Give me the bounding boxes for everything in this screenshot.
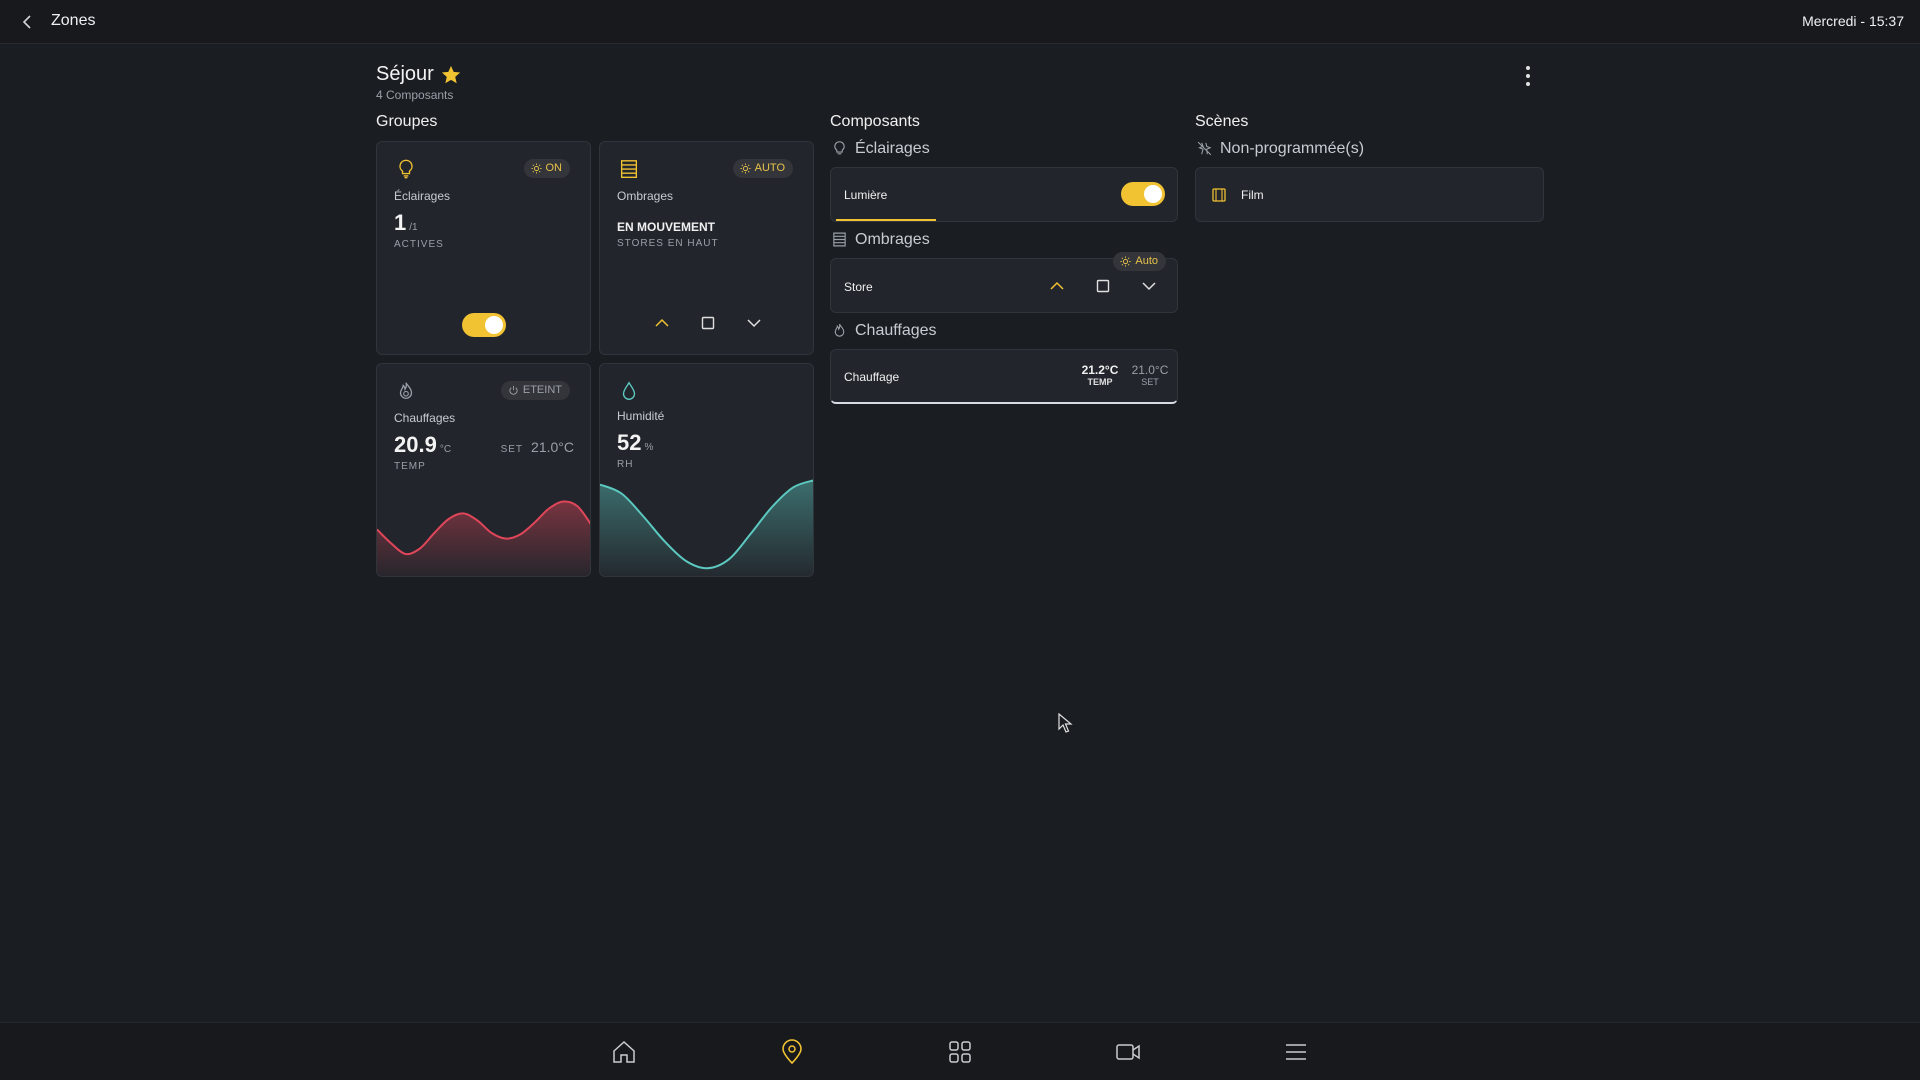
card-label: Chauffages: [394, 411, 456, 425]
lightbulb-icon: [834, 141, 845, 155]
trend-area: [600, 480, 813, 576]
datetime: Mercredi - 15:37: [1802, 13, 1904, 29]
lighting-group-card[interactable]: ON Éclairages 1/1 ACTIVES: [376, 141, 591, 355]
top-bar: Zones Mercredi - 15:37: [0, 0, 1920, 44]
badge-label: Auto: [1135, 255, 1158, 267]
count-value: 1: [394, 210, 407, 235]
room-title: Séjour: [376, 63, 434, 85]
component-name: Lumière: [844, 188, 888, 202]
store-up-icon[interactable]: [1045, 274, 1069, 298]
humidity-unit: %: [644, 442, 654, 453]
mouse-cursor-icon: [1058, 713, 1073, 733]
blinds-icon: [620, 160, 638, 178]
film-icon: [1212, 188, 1226, 202]
film-scene-row[interactable]: Film: [1195, 167, 1544, 222]
card-label: Éclairages: [394, 189, 451, 203]
card-label: Ombrages: [617, 189, 674, 203]
active-count: 1/1: [394, 210, 418, 236]
flame-icon: [399, 382, 413, 399]
lightbulb-icon: [399, 159, 413, 179]
camera-icon[interactable]: [1114, 1038, 1142, 1066]
shading-group-card[interactable]: AUTO Ombrages EN MOUVEMENT STORES EN HAU…: [599, 141, 814, 355]
humidity-readout: 52%: [617, 430, 653, 456]
component-name: Store: [844, 280, 873, 294]
sun-icon: [740, 163, 751, 174]
status-badge: ETEINT: [500, 381, 570, 400]
scene-name: Film: [1241, 188, 1264, 202]
favorite-star-icon[interactable]: [440, 64, 462, 86]
temperature-readout: 20.9 °C: [394, 432, 451, 458]
power-icon: [509, 385, 518, 395]
back-chevron-icon[interactable]: [16, 10, 40, 34]
store-component-row[interactable]: Store Auto: [830, 252, 1178, 313]
temperature-trend-chart: [377, 500, 590, 576]
store-down-icon[interactable]: [1137, 274, 1161, 298]
location-pin-icon[interactable]: [778, 1038, 806, 1066]
flame-icon: [834, 323, 845, 337]
shade-down-icon[interactable]: [742, 311, 766, 335]
trend-area: [377, 501, 590, 576]
light-toggle[interactable]: [1121, 182, 1165, 206]
page-title: Zones: [51, 12, 96, 29]
temperature-value: 21.2°C: [1081, 363, 1119, 377]
toggle-knob: [1144, 185, 1162, 203]
components-heading: Composants: [830, 113, 920, 130]
card-caption: STORES EN HAUT: [617, 238, 719, 249]
lighting-components-heading: Éclairages: [855, 140, 930, 157]
badge-label: AUTO: [754, 162, 785, 174]
setpoint: SET 21.0°C: [501, 439, 574, 455]
setpoint-temperature: 21.0°C SET: [1127, 363, 1173, 387]
current-temperature: 21.2°C TEMP: [1077, 363, 1123, 387]
temperature-caption: TEMP: [394, 461, 426, 472]
droplet-icon: [622, 381, 636, 400]
groups-heading: Groupes: [376, 113, 438, 130]
store-stop-icon[interactable]: [1091, 274, 1115, 298]
card-label: Humidité: [617, 409, 665, 423]
active-indicator: [836, 219, 936, 221]
setpoint-value: 21.0°C: [1131, 363, 1169, 377]
card-caption: ACTIVES: [394, 239, 444, 250]
setpoint-value: 21.0°C: [531, 439, 574, 455]
bottom-navigation: [0, 1022, 1920, 1080]
toggle-knob: [485, 316, 503, 334]
badge-label: ON: [545, 162, 563, 174]
heating-group-card[interactable]: ETEINT Chauffages 20.9 °C TEMP SET 21.0°C: [376, 363, 591, 577]
shading-status: EN MOUVEMENT: [617, 220, 716, 234]
heating-component-row[interactable]: Chauffage 21.2°C TEMP 21.0°C SET: [830, 349, 1178, 404]
lighting-group-toggle[interactable]: [462, 313, 506, 337]
sun-icon: [1120, 256, 1131, 267]
light-component-row[interactable]: Lumière: [830, 167, 1178, 222]
more-options-icon[interactable]: [1518, 62, 1538, 90]
badge-label: ETEINT: [522, 384, 562, 396]
shade-stop-icon[interactable]: [696, 311, 720, 335]
humidity-caption: RH: [617, 459, 634, 470]
scenes-heading: Scènes: [1195, 113, 1249, 130]
component-name: Chauffage: [844, 370, 900, 384]
sun-icon: [530, 163, 542, 174]
scenes-subheading: Non-programmée(s): [1220, 140, 1365, 157]
shade-up-icon[interactable]: [650, 311, 674, 335]
scene-off-icon: [1197, 141, 1212, 156]
shading-components-heading: Ombrages: [855, 231, 930, 248]
count-total: /1: [409, 222, 418, 233]
room-subtitle: 4 Composants: [376, 88, 454, 102]
auto-badge: Auto: [1113, 252, 1166, 271]
temperature-value: 20.9: [394, 432, 437, 457]
menu-icon[interactable]: [1282, 1038, 1310, 1066]
temperature-caption: TEMP: [1087, 377, 1113, 387]
humidity-group-card[interactable]: Humidité 52% RH: [599, 363, 814, 577]
status-badge: ON: [523, 159, 570, 178]
blinds-icon: [833, 232, 846, 247]
setpoint-label: SET: [500, 444, 524, 455]
heating-components-heading: Chauffages: [855, 322, 937, 339]
grid-icon[interactable]: [946, 1038, 974, 1066]
humidity-value: 52: [617, 430, 642, 455]
temperature-unit: °C: [439, 444, 452, 455]
status-badge: AUTO: [732, 159, 793, 178]
humidity-trend-chart: [600, 479, 813, 576]
home-icon[interactable]: [610, 1038, 638, 1066]
setpoint-caption: SET: [1141, 377, 1159, 387]
